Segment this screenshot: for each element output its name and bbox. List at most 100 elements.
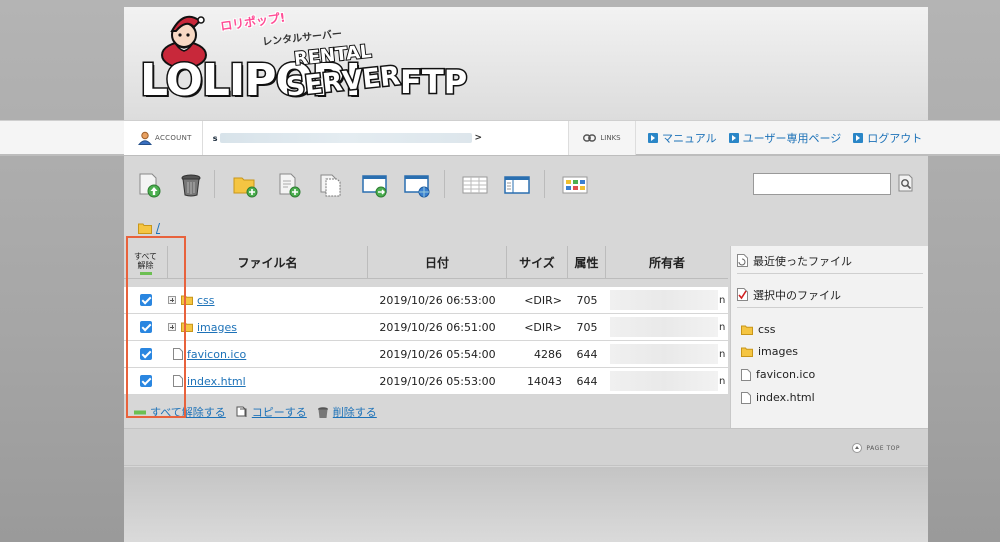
deselect-label: 解除 (137, 261, 154, 270)
search-input[interactable] (753, 173, 891, 195)
selected-item[interactable]: css (741, 323, 776, 336)
recent-files-title[interactable]: 最近使ったファイル (737, 248, 923, 274)
move-icon[interactable] (362, 172, 388, 198)
expand-icon[interactable] (168, 296, 176, 304)
file-icon (173, 375, 183, 387)
selected-item-name: index.html (756, 391, 815, 404)
account-bar: ACCOUNT s > LINKS マニュアル ユーザー専用ページ ログアウト (0, 120, 1000, 156)
account-separator (201, 121, 203, 155)
table-header: すべて 解除 ファイル名 日付 サイズ 属性 所有者 (124, 246, 728, 279)
logo-ftp: FTP (398, 62, 468, 103)
footer-bottom (124, 467, 928, 542)
row-checkbox[interactable] (140, 348, 152, 360)
folder-icon (741, 325, 753, 335)
recent-files-label: 最近使ったファイル (753, 254, 852, 268)
header-size[interactable]: サイズ (507, 246, 568, 279)
page-top-link[interactable]: PAGE TOP (852, 443, 900, 453)
page-top-icon (852, 443, 863, 453)
owner-redacted (610, 371, 718, 391)
folder-icon (181, 322, 193, 332)
deselect-all-label: すべて解除する (150, 406, 226, 419)
header-owner[interactable]: 所有者 (606, 246, 728, 279)
right-panel: 最近使ったファイル 選択中のファイル css images favicon.ic… (730, 246, 928, 431)
page-container: ロリポップ! レンタルサーバー LOLIPOP! RENTAL SERVER F… (124, 7, 928, 542)
logo[interactable]: ロリポップ! レンタルサーバー LOLIPOP! RENTAL SERVER F… (136, 11, 486, 111)
table-row[interactable]: favicon.ico 2019/10/26 05:54:00 4286 644… (124, 341, 728, 368)
header-name[interactable]: ファイル名 (168, 246, 368, 279)
search-icon[interactable] (898, 174, 914, 192)
chain-link-icon (583, 134, 597, 142)
file-attr[interactable]: 705 (568, 314, 606, 341)
select-all-label: すべて (133, 252, 158, 261)
selected-files-title[interactable]: 選択中のファイル (737, 282, 923, 308)
row-checkbox[interactable] (140, 375, 152, 387)
owner-redacted (610, 290, 718, 310)
web-icon[interactable] (404, 172, 430, 198)
table-row[interactable]: css 2019/10/26 06:53:00 <DIR> 705 n (124, 287, 728, 314)
new-file-icon[interactable] (276, 172, 302, 198)
nav-user-page-link[interactable]: ユーザー専用ページ (728, 130, 841, 146)
file-attr[interactable]: 644 (568, 368, 606, 395)
folder-icon (741, 347, 753, 357)
table-row[interactable]: index.html 2019/10/26 05:53:00 14043 644… (124, 368, 728, 395)
file-name-link[interactable]: images (197, 321, 237, 334)
table-row[interactable]: images 2019/10/26 06:51:00 <DIR> 705 n (124, 314, 728, 341)
owner-redacted (610, 317, 718, 337)
top-nav: マニュアル ユーザー専用ページ ログアウト (648, 121, 922, 155)
breadcrumb-root-link[interactable]: / (156, 221, 160, 235)
account-value-suffix: > (474, 133, 482, 143)
selected-item[interactable]: images (741, 345, 798, 358)
nav-manual-link[interactable]: マニュアル (648, 130, 717, 146)
copy-icon (236, 406, 247, 417)
row-checkbox[interactable] (140, 294, 152, 306)
account-redacted (220, 133, 473, 143)
row-checkbox[interactable] (140, 321, 152, 333)
owner-tail: n (719, 348, 726, 360)
account-section: ACCOUNT s > (124, 121, 568, 155)
nav-logout-link[interactable]: ログアウト (853, 130, 922, 146)
delete-action[interactable]: 削除する (317, 404, 377, 420)
account-value-prefix: s (212, 133, 218, 143)
links-label: LINKS (600, 134, 621, 142)
user-icon (138, 131, 152, 145)
list-view-icon[interactable] (462, 172, 488, 198)
owner-redacted (610, 344, 718, 364)
trash-icon[interactable] (178, 172, 204, 198)
copy-action[interactable]: コピーする (236, 404, 307, 420)
selected-item[interactable]: index.html (741, 391, 815, 404)
checked-file-icon (737, 288, 748, 301)
file-date: 2019/10/26 06:51:00 (379, 320, 496, 334)
file-attr[interactable]: 644 (568, 341, 606, 368)
select-all-toggle[interactable]: すべて 解除 (124, 246, 168, 279)
thumbnail-view-icon[interactable] (562, 172, 588, 198)
detail-view-icon[interactable] (504, 172, 530, 198)
owner-tail: n (719, 294, 726, 306)
delete-label: 削除する (332, 406, 377, 419)
links-section: LINKS (568, 121, 636, 155)
header-attr[interactable]: 属性 (568, 246, 606, 279)
selected-item-name: images (758, 345, 798, 358)
file-size: <DIR> (524, 293, 562, 307)
header-date[interactable]: 日付 (368, 246, 507, 279)
file-date: 2019/10/26 06:53:00 (379, 293, 496, 307)
copy-icon[interactable] (318, 172, 344, 198)
file-name-link[interactable]: index.html (187, 375, 246, 388)
copy-label: コピーする (251, 406, 307, 419)
new-folder-icon[interactable] (232, 172, 258, 198)
trash-icon (317, 406, 328, 418)
expand-icon[interactable] (168, 323, 176, 331)
nav-logout-label: ログアウト (867, 132, 923, 145)
file-name-link[interactable]: favicon.ico (187, 348, 246, 361)
selected-item[interactable]: favicon.ico (741, 368, 815, 381)
upload-icon[interactable] (136, 172, 162, 198)
file-icon (173, 348, 183, 360)
toolbar-separator (444, 170, 445, 198)
file-attr[interactable]: 705 (568, 287, 606, 314)
toggle-bar-icon (139, 272, 152, 275)
page-top-label: PAGE TOP (866, 444, 900, 452)
selected-item-name: favicon.ico (756, 368, 816, 381)
file-name-link[interactable]: css (197, 294, 215, 307)
deselect-all-action[interactable]: すべて解除する (134, 404, 226, 420)
folder-icon (138, 223, 152, 234)
owner-tail: n (719, 321, 726, 333)
